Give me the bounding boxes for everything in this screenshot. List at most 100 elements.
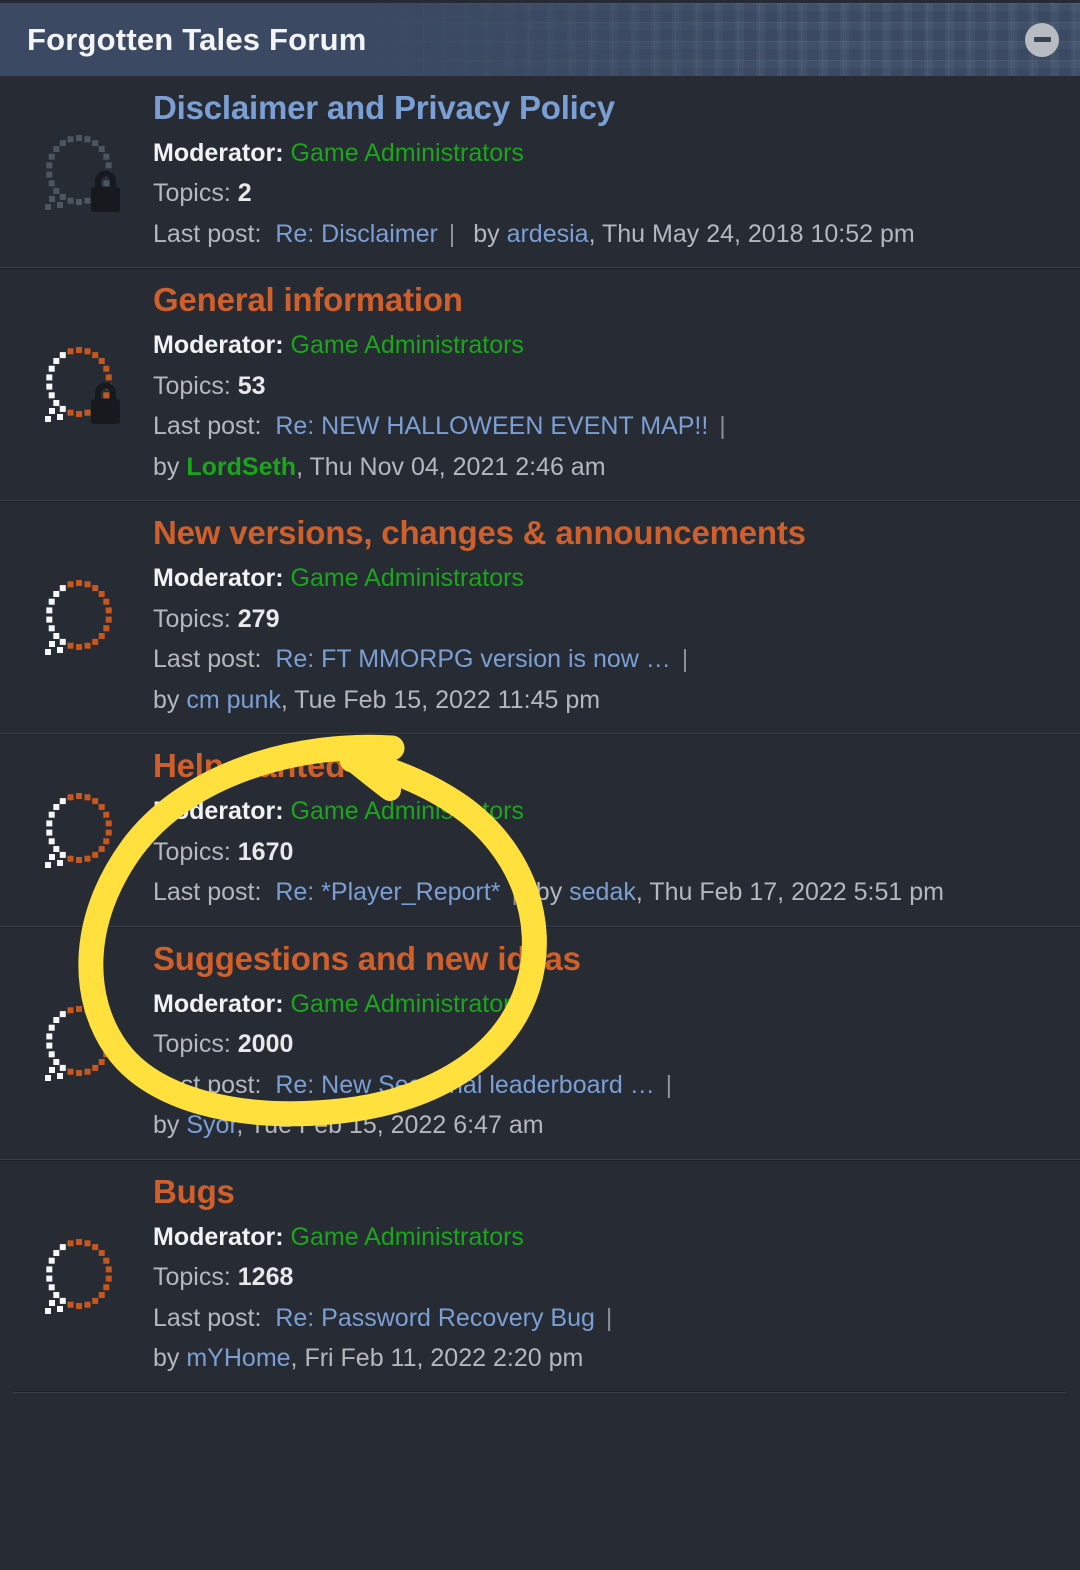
last-post-divider: | bbox=[598, 1303, 613, 1332]
by-label: by bbox=[153, 452, 187, 481]
moderator-line: Moderator: Game Administrators bbox=[153, 325, 1064, 366]
topics-label: Topics: bbox=[153, 1030, 231, 1059]
last-post-label: Last post: bbox=[153, 412, 262, 441]
forum-row[interactable]: Bugs Moderator: Game Administrators Topics… bbox=[0, 1158, 1080, 1392]
last-post-line: Last post: Re: Disclaimer | by ardesia, … bbox=[153, 214, 1064, 255]
forum-row[interactable]: General information Moderator: Game Admin… bbox=[0, 267, 1080, 500]
moderator-label: Moderator: bbox=[153, 564, 284, 593]
last-post-author-link[interactable]: sedak bbox=[569, 878, 636, 906]
forum-locked-read-icon bbox=[33, 124, 129, 220]
forum-row[interactable]: Help wanted Moderator: Game Administrator… bbox=[0, 733, 1080, 925]
page-title: Forgotten Tales Forum bbox=[27, 21, 367, 57]
by-label: by bbox=[153, 1344, 187, 1373]
forum-row-body: Disclaimer and Privacy Policy Moderator: … bbox=[143, 89, 1064, 254]
last-post-author-link[interactable]: cm punk bbox=[186, 686, 280, 714]
last-post-divider: | bbox=[504, 878, 518, 907]
last-post-label: Last post: bbox=[153, 645, 262, 674]
topics-line: Topics: 279 bbox=[153, 599, 1064, 640]
last-post-line: Last post: Re: *Player_Report* | by seda… bbox=[153, 872, 1064, 913]
forum-row-body: Suggestions and new ideas Moderator: Game… bbox=[143, 940, 1064, 1146]
last-post-date: , Thu May 24, 2018 10:52 pm bbox=[588, 219, 915, 248]
last-post-author-link[interactable]: mYHome bbox=[186, 1344, 290, 1372]
moderator-label: Moderator: bbox=[153, 138, 284, 167]
forum-list: Disclaimer and Privacy Policy Moderator: … bbox=[0, 76, 1080, 1393]
moderator-label: Moderator: bbox=[153, 331, 284, 360]
last-post-subject-link[interactable]: Re: New Seasonal leaderboard … bbox=[275, 1071, 654, 1099]
forum-unread-icon bbox=[33, 782, 129, 878]
topics-label: Topics: bbox=[153, 837, 231, 866]
forum-title-link[interactable]: Disclaimer and Privacy Policy bbox=[153, 89, 1064, 128]
moderator-name-link: Game Administrators bbox=[290, 797, 524, 826]
forum-title-link[interactable]: New versions, changes & announcements bbox=[153, 514, 1064, 553]
last-post-line: Last post: Re: New Seasonal leaderboard … bbox=[153, 1065, 1064, 1106]
last-post-label: Last post: bbox=[153, 219, 262, 248]
topics-count: 2000 bbox=[237, 1030, 294, 1059]
forum-title-link[interactable]: Bugs bbox=[153, 1173, 1064, 1212]
forum-row[interactable]: New versions, changes & announcements Mod… bbox=[0, 500, 1080, 733]
last-post-author-line: by cm punk, Tue Feb 15, 2022 11:45 pm bbox=[153, 680, 1064, 721]
forum-locked-unread-icon bbox=[33, 336, 129, 432]
minus-bar bbox=[1033, 37, 1051, 42]
moderator-name-link: Game Administrators bbox=[290, 989, 524, 1018]
last-post-author-link[interactable]: ardesia bbox=[507, 220, 589, 248]
by-label: by bbox=[535, 878, 570, 907]
last-post-label: Last post: bbox=[153, 878, 262, 907]
last-post-divider: | bbox=[712, 412, 726, 441]
forum-title-link[interactable]: General information bbox=[153, 281, 1064, 320]
forum-unread-icon bbox=[33, 569, 129, 665]
last-post-author-link[interactable]: Syor bbox=[186, 1111, 236, 1139]
moderator-line: Moderator: Game Administrators bbox=[153, 558, 1064, 599]
last-post-line: Last post: Re: NEW HALLOWEEN EVENT MAP!!… bbox=[153, 406, 1064, 447]
forum-row[interactable]: Suggestions and new ideas Moderator: Game… bbox=[0, 925, 1080, 1159]
last-post-date: , Thu Feb 17, 2022 5:51 pm bbox=[635, 878, 944, 907]
last-post-subject-link[interactable]: Re: NEW HALLOWEEN EVENT MAP!! bbox=[275, 412, 708, 440]
topics-count: 53 bbox=[237, 371, 266, 400]
by-label: by bbox=[153, 1111, 187, 1140]
forum-row-body: General information Moderator: Game Admin… bbox=[143, 281, 1064, 487]
moderator-label: Moderator: bbox=[153, 1222, 284, 1251]
forum-unread-icon bbox=[33, 995, 129, 1091]
topics-count: 279 bbox=[237, 604, 280, 633]
forum-row-body: Bugs Moderator: Game Administrators Topics… bbox=[143, 1173, 1064, 1379]
window-header: Forgotten Tales Forum bbox=[0, 0, 1080, 76]
last-post-author-link: LordSeth bbox=[186, 452, 297, 481]
topics-line: Topics: 2000 bbox=[153, 1024, 1064, 1065]
topics-label: Topics: bbox=[153, 179, 231, 208]
topics-line: Topics: 53 bbox=[153, 366, 1064, 407]
last-post-subject-link[interactable]: Re: *Player_Report* bbox=[275, 878, 500, 906]
moderator-line: Moderator: Game Administrators bbox=[153, 1217, 1064, 1258]
forum-row[interactable]: Disclaimer and Privacy Policy Moderator: … bbox=[0, 76, 1080, 267]
last-post-divider: | bbox=[674, 645, 689, 674]
last-post-date: , Tue Feb 15, 2022 6:47 am bbox=[236, 1111, 544, 1140]
last-post-author-line: by mYHome, Fri Feb 11, 2022 2:20 pm bbox=[153, 1338, 1064, 1379]
last-post-label: Last post: bbox=[153, 1303, 262, 1332]
topics-count: 1268 bbox=[237, 1263, 294, 1292]
moderator-name-link: Game Administrators bbox=[290, 1222, 524, 1251]
topics-label: Topics: bbox=[153, 1263, 231, 1292]
moderator-line: Moderator: Game Administrators bbox=[153, 984, 1064, 1025]
topics-label: Topics: bbox=[153, 371, 231, 400]
moderator-line: Moderator: Game Administrators bbox=[153, 791, 1064, 832]
topics-line: Topics: 2 bbox=[153, 173, 1064, 214]
forum-unread-icon bbox=[33, 1228, 129, 1324]
topics-line: Topics: 1268 bbox=[153, 1257, 1064, 1298]
last-post-subject-link[interactable]: Re: Disclaimer bbox=[275, 220, 438, 248]
minus-circle-icon[interactable] bbox=[1025, 22, 1059, 57]
last-post-subject-link[interactable]: Re: FT MMORPG version is now … bbox=[275, 645, 670, 673]
last-post-subject-link[interactable]: Re: Password Recovery Bug bbox=[275, 1304, 595, 1332]
last-post-date: , Thu Nov 04, 2021 2:46 am bbox=[296, 452, 606, 481]
forum-title-link[interactable]: Help wanted bbox=[153, 747, 1064, 786]
forum-row-body: New versions, changes & announcements Mod… bbox=[143, 514, 1064, 720]
moderator-name-link: Game Administrators bbox=[290, 331, 524, 360]
moderator-name-link: Game Administrators bbox=[290, 138, 524, 167]
forum-app-window: Forgotten Tales Forum Disclaimer and Pri… bbox=[0, 0, 1080, 1570]
moderator-name-link: Game Administrators bbox=[290, 564, 524, 593]
last-post-author-line: by LordSeth, Thu Nov 04, 2021 2:46 am bbox=[153, 447, 1064, 488]
last-post-label: Last post: bbox=[153, 1070, 262, 1099]
last-post-divider: | bbox=[441, 219, 456, 248]
moderator-label: Moderator: bbox=[153, 797, 284, 826]
topics-count: 2 bbox=[237, 179, 252, 208]
topics-count: 1670 bbox=[237, 837, 294, 866]
by-label: by bbox=[153, 685, 187, 714]
forum-title-link[interactable]: Suggestions and new ideas bbox=[153, 940, 1064, 979]
